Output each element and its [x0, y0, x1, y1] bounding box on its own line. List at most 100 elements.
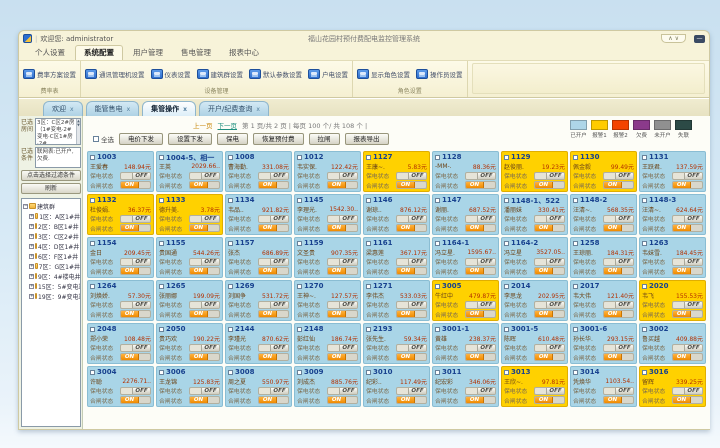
room-card[interactable]: 1130佩金毅99.49元保电状态OFF合闸状态ON	[570, 151, 637, 192]
expand-icon[interactable]: +	[29, 244, 34, 249]
gate-status-toggle[interactable]: ON	[465, 353, 496, 361]
tab-开户/纪费查询[interactable]: 开户/纪费查询x	[199, 101, 269, 116]
gate-status-toggle[interactable]: ON	[534, 396, 565, 404]
gate-status-toggle[interactable]: ON	[465, 224, 496, 232]
room-checkbox[interactable]	[297, 241, 302, 246]
room-checkbox[interactable]	[435, 241, 440, 246]
room-checkbox[interactable]	[366, 155, 371, 160]
power-keep-toggle[interactable]: OFF	[672, 344, 703, 352]
power-keep-toggle[interactable]: OFF	[396, 172, 427, 180]
room-checkbox[interactable]	[573, 284, 578, 289]
expand-icon[interactable]: +	[29, 234, 34, 239]
power-keep-toggle[interactable]: OFF	[672, 387, 703, 395]
action-button-电价下发[interactable]: 电价下发	[119, 133, 163, 145]
gate-status-toggle[interactable]: ON	[189, 396, 220, 404]
room-checkbox[interactable]	[642, 327, 647, 332]
gate-status-toggle[interactable]: ON	[258, 224, 289, 232]
power-keep-toggle[interactable]: OFF	[327, 258, 358, 266]
room-card[interactable]: 3009刘成杰885.76元保电状态OFF合闸状态ON	[294, 366, 361, 407]
refresh-button[interactable]: 刷新	[21, 183, 81, 194]
room-checkbox[interactable]	[228, 241, 233, 246]
gate-status-toggle[interactable]: ON	[465, 310, 496, 318]
room-card[interactable]: 3016留辉339.25元保电状态OFF合闸状态ON	[639, 366, 706, 407]
room-card[interactable]: 3004许聪2276.71..保电状态OFF合闸状态ON	[87, 366, 154, 407]
menu-item-售电管理[interactable]: 售电管理	[173, 46, 219, 60]
power-keep-toggle[interactable]: OFF	[258, 387, 289, 395]
gate-status-toggle[interactable]: ON	[327, 267, 358, 275]
gate-status-toggle[interactable]: ON	[396, 396, 427, 404]
room-checkbox[interactable]	[435, 327, 440, 332]
gate-status-toggle[interactable]: ON	[603, 224, 634, 232]
gate-status-toggle[interactable]: ON	[534, 224, 565, 232]
select-all-checkbox[interactable]	[93, 136, 99, 142]
power-keep-toggle[interactable]: OFF	[534, 301, 565, 309]
room-checkbox[interactable]	[228, 370, 233, 375]
room-checkbox[interactable]	[504, 284, 509, 289]
room-checkbox[interactable]	[159, 155, 164, 160]
power-keep-toggle[interactable]: OFF	[465, 215, 496, 223]
gate-status-toggle[interactable]: ON	[189, 310, 220, 318]
power-keep-toggle[interactable]: OFF	[327, 387, 358, 395]
power-keep-toggle[interactable]: OFF	[603, 301, 634, 309]
room-checkbox[interactable]	[90, 284, 95, 289]
tab-close-icon[interactable]: x	[70, 106, 74, 113]
tab-集管操作[interactable]: 集管操作x	[142, 101, 196, 116]
listbox-scrollbar[interactable]: ▲▼	[76, 119, 80, 144]
room-checkbox[interactable]	[504, 370, 509, 375]
tab-能管售电[interactable]: 能管售电x	[86, 101, 140, 116]
power-keep-toggle[interactable]: OFF	[189, 215, 220, 223]
power-keep-toggle[interactable]: OFF	[327, 215, 358, 223]
power-keep-toggle[interactable]: OFF	[120, 215, 151, 223]
room-checkbox[interactable]	[642, 155, 647, 160]
gate-status-toggle[interactable]: ON	[534, 267, 565, 275]
collapse-icon[interactable]: −	[23, 204, 28, 209]
room-checkbox[interactable]	[366, 370, 371, 375]
gate-status-toggle[interactable]: ON	[672, 353, 703, 361]
room-card[interactable]: 3002鲁买越409.88元保电状态OFF合闸状态ON	[639, 323, 706, 364]
power-keep-toggle[interactable]: OFF	[465, 344, 496, 352]
room-card[interactable]: 1128-MM-.88.36元保电状态OFF合闸状态ON	[432, 151, 499, 192]
room-card[interactable]: 1146谢琼..876.12元保电状态OFF合闸状态ON	[363, 194, 430, 235]
gate-status-toggle[interactable]: ON	[258, 181, 289, 189]
room-checkbox[interactable]	[366, 198, 371, 203]
power-keep-toggle[interactable]: OFF	[120, 258, 151, 266]
room-card[interactable]: 1157张杰686.89元保电状态OFF合闸状态ON	[225, 237, 292, 278]
tab-close-icon[interactable]: x	[183, 106, 187, 113]
room-card[interactable]: 3010纪彩..117.49元保电状态OFF合闸状态ON	[363, 366, 430, 407]
room-card[interactable]: 1270王神~.127.57元保电状态OFF合闸状态ON	[294, 280, 361, 321]
room-checkbox[interactable]	[366, 284, 371, 289]
room-card[interactable]: 2014李思龙202.95元保电状态OFF合闸状态ON	[501, 280, 568, 321]
gate-status-toggle[interactable]: ON	[189, 353, 220, 361]
room-card[interactable]: 3014凭焕华1103.54..保电状态OFF合闸状态ON	[570, 366, 637, 407]
tree-item[interactable]: +2区：B区1#井（1#变...	[23, 221, 80, 231]
room-card[interactable]: 1129赵俊丽.19.23元保电状态OFF合闸状态ON	[501, 151, 568, 192]
room-card[interactable]: 1155贵国通544.26元保电状态OFF合闸状态ON	[156, 237, 223, 278]
power-keep-toggle[interactable]: OFF	[327, 172, 358, 180]
room-card[interactable]: 1003王爱春148.94元保电状态OFF合闸状态ON	[87, 151, 154, 192]
gate-status-toggle[interactable]: ON	[603, 353, 634, 361]
room-checkbox[interactable]	[228, 327, 233, 332]
power-keep-toggle[interactable]: OFF	[603, 344, 634, 352]
room-checkbox[interactable]	[90, 198, 95, 203]
tree-item[interactable]: +1区：A区1#井	[23, 211, 80, 221]
power-keep-toggle[interactable]: OFF	[120, 387, 151, 395]
power-keep-toggle[interactable]: OFF	[672, 301, 703, 309]
gate-status-toggle[interactable]: ON	[327, 224, 358, 232]
menu-item-个人设置[interactable]: 个人设置	[27, 46, 73, 60]
tree-root[interactable]: −建筑群	[23, 201, 80, 211]
tree-item[interactable]: +3区：C区2#井（1#变...	[23, 231, 80, 241]
room-card[interactable]: 1134韦品..921.82元保电状态OFF合闸状态ON	[225, 194, 292, 235]
power-keep-toggle[interactable]: OFF	[534, 258, 565, 266]
power-keep-toggle[interactable]: OFF	[465, 387, 496, 395]
gate-status-toggle[interactable]: ON	[120, 224, 151, 232]
room-card[interactable]: 2144李瑾光870.62元保电状态OFF合闸状态ON	[225, 323, 292, 364]
power-keep-toggle[interactable]: OFF	[672, 215, 703, 223]
expand-icon[interactable]: +	[29, 284, 34, 289]
room-card[interactable]: 1161梁惠莲367.17元保电状态OFF合闸状态ON	[363, 237, 430, 278]
power-keep-toggle[interactable]: OFF	[258, 344, 289, 352]
power-keep-toggle[interactable]: OFF	[534, 387, 565, 395]
power-keep-toggle[interactable]: OFF	[534, 344, 565, 352]
room-card[interactable]: 3006王龙锦125.83元保电状态OFF合闸状态ON	[156, 366, 223, 407]
room-checkbox[interactable]	[435, 155, 440, 160]
power-keep-toggle[interactable]: OFF	[189, 387, 220, 395]
